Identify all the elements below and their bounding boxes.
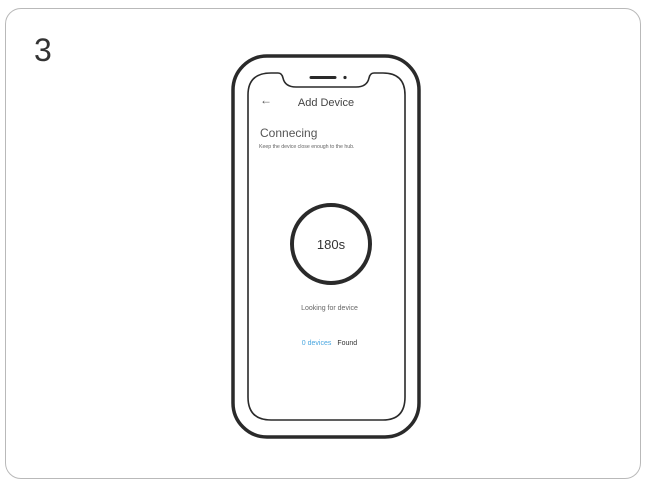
timer-label: 180s bbox=[316, 236, 346, 252]
looking-status: Looking for device bbox=[301, 305, 358, 312]
found-label: Found bbox=[337, 340, 358, 347]
screen-title: Add Device bbox=[297, 97, 355, 109]
front-camera bbox=[343, 75, 347, 80]
connecting-subtitle: Keep the device close enough to the hub. bbox=[259, 144, 355, 150]
countdown-timer: 180s bbox=[290, 203, 372, 285]
devices-count[interactable]: 0 devices bbox=[302, 340, 332, 347]
devices-found-row: 0 devices Found bbox=[248, 340, 411, 347]
connecting-heading: Connecing bbox=[260, 126, 318, 140]
phone-screen: ← Add Device Connecing Keep the device c… bbox=[248, 88, 404, 414]
